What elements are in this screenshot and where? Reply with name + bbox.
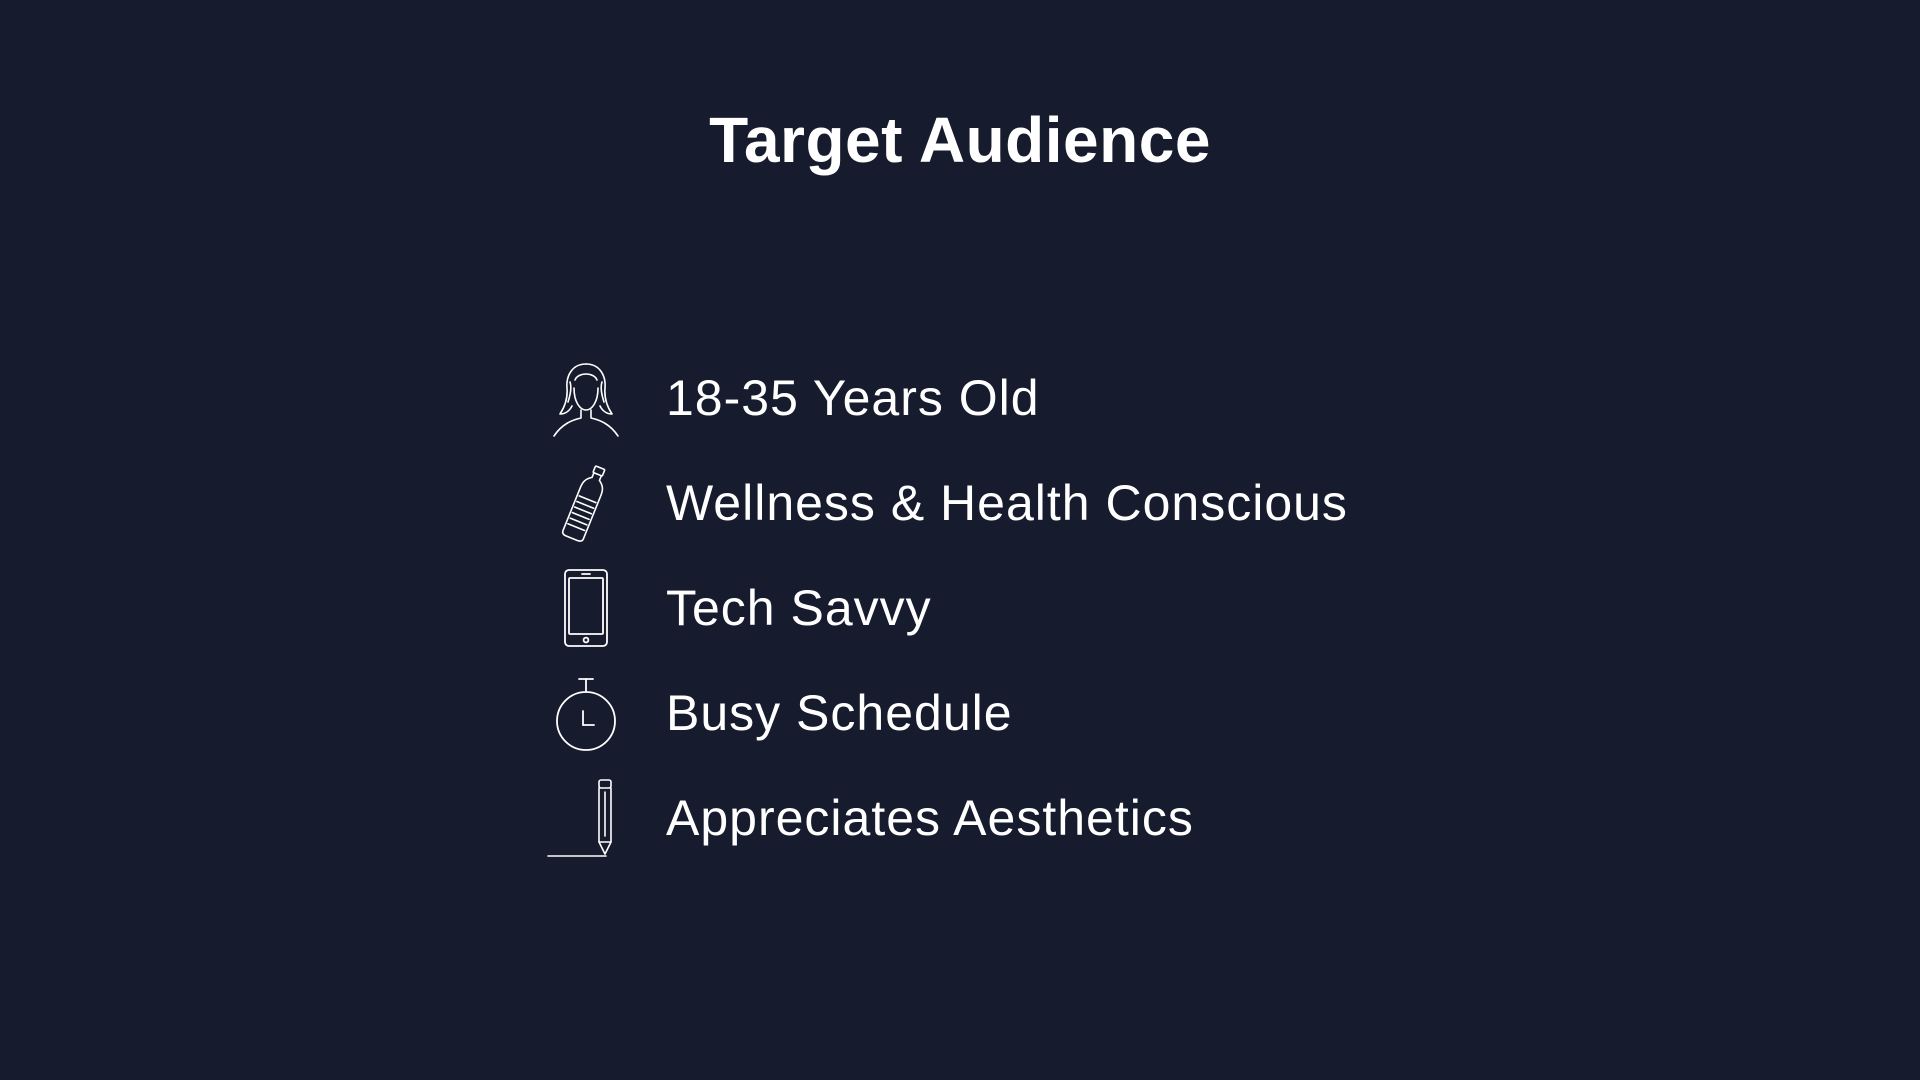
item-label: Tech Savvy <box>666 579 932 636</box>
list-item: Busy Schedule <box>546 660 1546 765</box>
item-label: 18-35 Years Old <box>666 369 1040 426</box>
list-item: Wellness & Health Conscious <box>546 450 1546 555</box>
list-item: 18-35 Years Old <box>546 345 1546 450</box>
slide: Target Audience 18-35 Years Old Wellness… <box>0 0 1920 1080</box>
list-item: Tech Savvy <box>546 555 1546 660</box>
water-bottle-icon <box>546 463 626 543</box>
audience-list: 18-35 Years Old Wellness & Health Consci… <box>546 345 1546 870</box>
person-head-icon <box>546 358 626 438</box>
list-item: Appreciates Aesthetics <box>546 765 1546 870</box>
item-label: Busy Schedule <box>666 684 1013 741</box>
item-label: Wellness & Health Conscious <box>666 474 1348 531</box>
stopwatch-icon <box>546 673 626 753</box>
pen-icon <box>546 778 626 858</box>
smartphone-icon <box>546 568 626 648</box>
item-label: Appreciates Aesthetics <box>666 789 1194 846</box>
slide-title: Target Audience <box>709 104 1211 176</box>
